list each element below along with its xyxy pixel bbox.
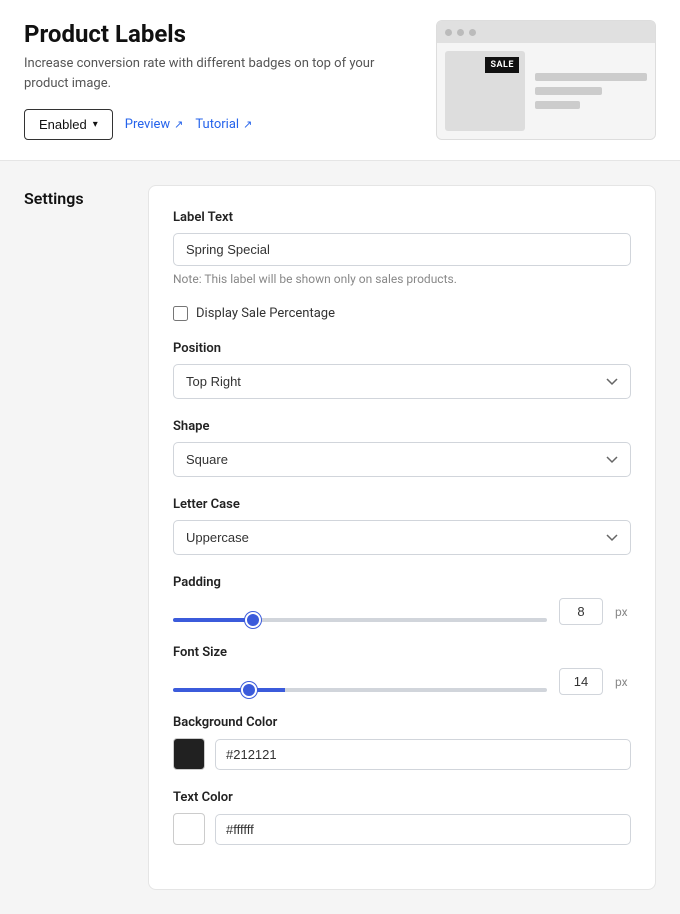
- label-note: Note: This label will be shown only on s…: [173, 272, 631, 286]
- padding-slider[interactable]: [173, 618, 547, 622]
- background-color-hex-input[interactable]: #212121: [215, 739, 631, 770]
- enabled-button[interactable]: Enabled ▾: [24, 109, 113, 140]
- font-size-label: Font Size: [173, 645, 631, 660]
- settings-sidebar-label: Settings: [24, 185, 124, 890]
- label-text-label: Label Text: [173, 210, 631, 225]
- display-sale-row: Display Sale Percentage: [173, 306, 631, 321]
- background-color-row: #212121: [173, 738, 631, 770]
- font-size-slider-row: 14 px: [173, 668, 631, 695]
- mockup-line: [535, 73, 647, 81]
- settings-panel: Label Text Note: This label will be show…: [148, 185, 656, 890]
- position-group: Position Top Right Top Left Bottom Right…: [173, 341, 631, 399]
- mockup-browser-bar: [437, 21, 655, 43]
- shape-group: Shape Square Circle Rounded: [173, 419, 631, 477]
- padding-group: Padding 8 px: [173, 575, 631, 625]
- mockup-sale-badge: SALE: [485, 57, 519, 73]
- mockup-image-area: SALE: [445, 51, 525, 131]
- header-section: Product Labels Increase conversion rate …: [0, 0, 680, 161]
- external-link-icon: ↗: [243, 118, 252, 131]
- background-color-label: Background Color: [173, 715, 631, 730]
- letter-case-select[interactable]: Uppercase Lowercase Capitalize None: [173, 520, 631, 555]
- header-actions: Enabled ▾ Preview ↗ Tutorial ↗: [24, 109, 412, 140]
- main-content: Settings Label Text Note: This label wil…: [0, 161, 680, 914]
- text-color-swatch[interactable]: [173, 813, 205, 845]
- text-color-group: Text Color #ffffff: [173, 790, 631, 845]
- display-sale-checkbox[interactable]: [173, 306, 188, 321]
- background-color-group: Background Color #212121: [173, 715, 631, 770]
- text-color-hex-input[interactable]: #ffffff: [215, 814, 631, 845]
- font-size-value-input[interactable]: 14: [559, 668, 603, 695]
- font-size-unit: px: [615, 675, 631, 689]
- font-size-group: Font Size 14 px: [173, 645, 631, 695]
- padding-value-input[interactable]: 8: [559, 598, 603, 625]
- label-text-input[interactable]: [173, 233, 631, 266]
- label-text-group: Label Text Note: This label will be show…: [173, 210, 631, 286]
- padding-slider-row: 8 px: [173, 598, 631, 625]
- text-color-row: #ffffff: [173, 813, 631, 845]
- mockup-lines: [535, 51, 647, 131]
- position-label: Position: [173, 341, 631, 356]
- tutorial-link[interactable]: Tutorial ↗: [195, 117, 252, 132]
- position-select[interactable]: Top Right Top Left Bottom Right Bottom L…: [173, 364, 631, 399]
- padding-label: Padding: [173, 575, 631, 590]
- mockup-dot: [457, 29, 464, 36]
- padding-unit: px: [615, 605, 631, 619]
- page-title: Product Labels: [24, 20, 412, 48]
- letter-case-group: Letter Case Uppercase Lowercase Capitali…: [173, 497, 631, 555]
- chevron-down-icon: ▾: [93, 119, 98, 130]
- preview-mockup: SALE: [436, 20, 656, 140]
- tutorial-label: Tutorial: [195, 117, 239, 132]
- shape-select[interactable]: Square Circle Rounded: [173, 442, 631, 477]
- font-size-slider[interactable]: [173, 688, 547, 692]
- header-left: Product Labels Increase conversion rate …: [24, 20, 412, 140]
- mockup-body: SALE: [437, 43, 655, 139]
- letter-case-label: Letter Case: [173, 497, 631, 512]
- mockup-line: [535, 87, 602, 95]
- external-link-icon: ↗: [174, 118, 183, 131]
- padding-slider-track: [173, 610, 547, 614]
- mockup-dot: [445, 29, 452, 36]
- display-sale-label: Display Sale Percentage: [196, 306, 335, 321]
- font-size-slider-track: [173, 680, 547, 684]
- preview-label: Preview: [125, 117, 170, 132]
- shape-label: Shape: [173, 419, 631, 434]
- header-description: Increase conversion rate with different …: [24, 54, 412, 93]
- text-color-label: Text Color: [173, 790, 631, 805]
- mockup-line: [535, 101, 580, 109]
- enabled-label: Enabled: [39, 117, 87, 132]
- preview-link[interactable]: Preview ↗: [125, 117, 184, 132]
- mockup-dot: [469, 29, 476, 36]
- background-color-swatch[interactable]: [173, 738, 205, 770]
